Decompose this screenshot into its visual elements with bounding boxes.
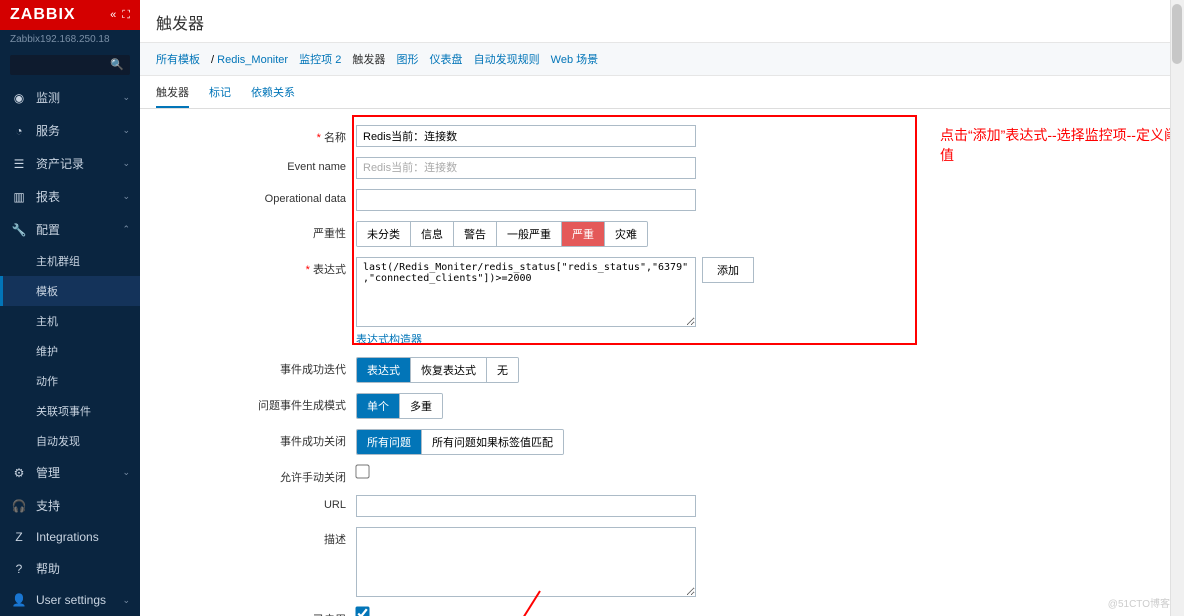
event-name-label: Event name [156,157,356,173]
sev-unclassified[interactable]: 未分类 [357,222,411,246]
nav-discovery[interactable]: 自动发现 [0,426,140,456]
sev-average[interactable]: 一般严重 [497,222,562,246]
crumb-web[interactable]: Web 场景 [551,54,598,66]
main-nav: ◉监测⌄ ◔服务⌄ ☰资产记录⌄ ▥报表⌄ 🔧配置⌃ 主机群组 模板 主机 维护… [0,81,140,616]
nav-maintenance[interactable]: 维护 [0,336,140,366]
brand-logo: ZABBIX [10,6,76,24]
main-content: 触发器 所有模板 / Redis_Moniter 监控项 2 触发器 图形 仪表… [140,0,1184,616]
crumb-template[interactable]: Redis_Moniter [217,54,288,66]
opdata-input[interactable] [356,189,696,211]
chevron-down-icon: ⌄ [122,595,130,606]
chevron-down-icon: ⌄ [122,125,130,136]
crumb-graphs[interactable]: 图形 [396,54,418,66]
chevron-down-icon: ⌄ [122,191,130,202]
tab-tags[interactable]: 标记 [209,84,231,108]
chevron-down-icon: ⌄ [122,92,130,103]
nav-hosts[interactable]: 主机 [0,306,140,336]
okgen-none[interactable]: 无 [487,358,518,382]
breadcrumb: 所有模板 / Redis_Moniter 监控项 2 触发器 图形 仪表盘 自动… [140,42,1184,76]
nav-templates[interactable]: 模板 [0,276,140,306]
wrench-icon: 🔧 [10,223,28,237]
nav-monitoring[interactable]: ◉监测⌄ [0,81,140,114]
sev-disaster[interactable]: 灾难 [605,222,647,246]
okclose-all[interactable]: 所有问题 [357,430,422,454]
user-icon: 👤 [10,593,28,607]
manual-close-label: 允许手动关闭 [156,465,356,485]
opdata-label: Operational data [156,189,356,205]
nav-config[interactable]: 🔧配置⌃ [0,213,140,246]
ok-gen-label: 事件成功迭代 [156,357,356,377]
description-textarea[interactable] [356,527,696,597]
chevron-down-icon: ⌄ [122,158,130,169]
logo-area: ZABBIX « ⛶ [0,0,140,30]
crumb-items[interactable]: 监控项 2 [299,54,341,66]
tab-trigger[interactable]: 触发器 [156,84,189,108]
expression-textarea[interactable] [356,257,696,327]
question-icon: ? [10,562,28,576]
nav-inventory[interactable]: ☰资产记录⌄ [0,147,140,180]
trigger-form: 点击“添加”表达式--选择监控项--定义阈值 * 名称 Event name O… [140,109,1184,616]
headset-icon: 🎧 [10,499,28,513]
problem-mode-label: 问题事件生成模式 [156,393,356,413]
expression-label: 表达式 [313,264,346,276]
tabs-bar: 触发器 标记 依赖关系 [140,76,1184,109]
description-label: 描述 [156,527,356,547]
annotation-text: 点击“添加”表达式--选择监控项--定义阈值 [940,125,1184,165]
z-icon: Z [10,530,28,544]
sev-info[interactable]: 信息 [411,222,454,246]
nav-correlation[interactable]: 关联项事件 [0,396,140,426]
name-label: 名称 [324,132,346,144]
collapse-icon[interactable]: « [110,9,116,22]
sev-warning[interactable]: 警告 [454,222,497,246]
pmode-multiple[interactable]: 多重 [400,394,442,418]
event-name-input[interactable] [356,157,696,179]
manual-close-checkbox[interactable] [355,464,369,478]
scrollbar-thumb[interactable] [1172,4,1182,64]
server-address: Zabbix192.168.250.18 [0,30,140,49]
crumb-all-templates[interactable]: 所有模板 [156,54,200,66]
nav-user[interactable]: 👤User settings⌄ [0,585,140,615]
severity-label: 严重性 [156,221,356,241]
okgen-recovery[interactable]: 恢复表达式 [411,358,487,382]
crumb-discovery[interactable]: 自动发现规则 [474,54,540,66]
sev-high[interactable]: 严重 [562,222,605,246]
chevron-up-icon: ⌃ [122,224,130,235]
page-title: 触发器 [140,0,1184,42]
nav-help[interactable]: ?帮助 [0,552,140,585]
expression-add-button[interactable]: 添加 [702,257,754,283]
search-icon[interactable]: 🔍 [110,58,124,71]
clock-icon: ◔ [10,124,28,138]
chart-icon: ▥ [10,190,28,204]
enabled-checkbox[interactable] [355,606,369,616]
crumb-triggers: 触发器 [352,54,385,66]
nav-admin[interactable]: ⚙管理⌄ [0,456,140,489]
crumb-dashboards[interactable]: 仪表盘 [430,54,463,66]
chevron-down-icon: ⌄ [122,467,130,478]
expand-icon[interactable]: ⛶ [122,9,130,22]
okgen-expression[interactable]: 表达式 [357,358,411,382]
name-input[interactable] [356,125,696,147]
pmode-single[interactable]: 单个 [357,394,400,418]
scrollbar-track[interactable] [1170,0,1184,616]
gear-icon: ⚙ [10,466,28,480]
tab-deps[interactable]: 依赖关系 [251,84,295,108]
nav-integrations[interactable]: ZIntegrations [0,522,140,552]
enabled-label: 已启用 [156,607,356,616]
url-input[interactable] [356,495,696,517]
nav-services[interactable]: ◔服务⌄ [0,114,140,147]
url-label: URL [156,495,356,511]
expression-constructor-link[interactable]: 表达式构造器 [356,331,696,347]
eye-icon: ◉ [10,91,28,105]
sidebar: ZABBIX « ⛶ Zabbix192.168.250.18 🔍 ◉监测⌄ ◔… [0,0,140,616]
ok-close-label: 事件成功关闭 [156,429,356,449]
list-icon: ☰ [10,157,28,171]
nav-reports[interactable]: ▥报表⌄ [0,180,140,213]
watermark: @51CTO博客 [1108,595,1170,610]
severity-group: 未分类 信息 警告 一般严重 严重 灾难 [356,221,648,247]
nav-support[interactable]: 🎧支持 [0,489,140,522]
nav-hostgroups[interactable]: 主机群组 [0,246,140,276]
okclose-tagmatch[interactable]: 所有问题如果标签值匹配 [422,430,563,454]
nav-actions[interactable]: 动作 [0,366,140,396]
